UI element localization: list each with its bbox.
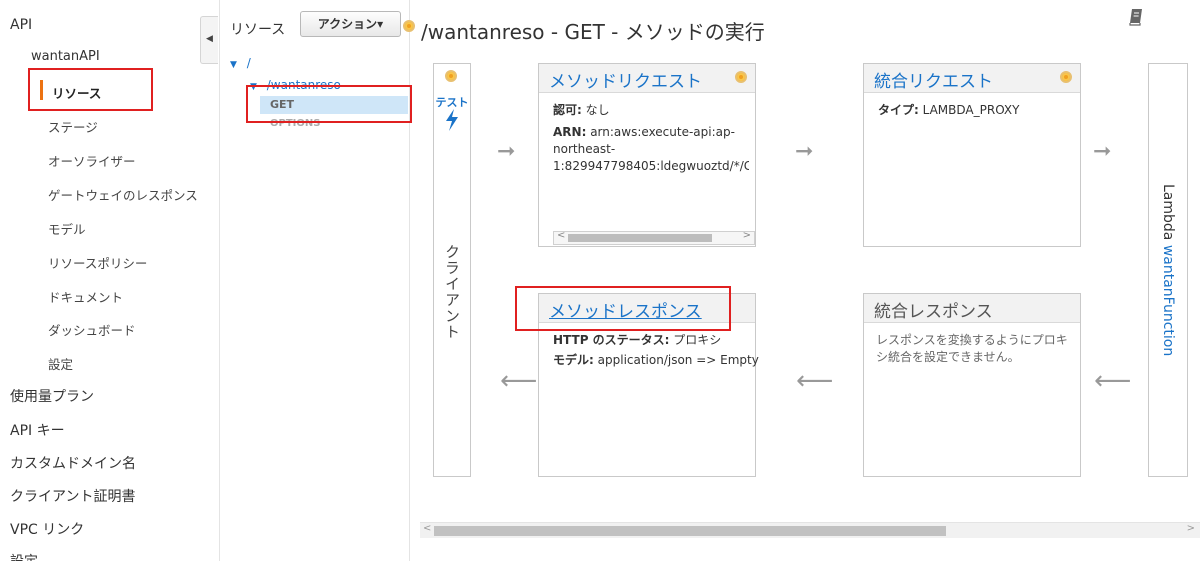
lambda-label: Lambda wantanFunction (1149, 184, 1187, 356)
arrow-right-icon: ➞ (497, 139, 516, 164)
type-value: LAMBDA_PROXY (922, 103, 1020, 117)
lightning-bolt-icon[interactable] (443, 108, 461, 132)
arrow-right-icon: ➞ (795, 139, 814, 164)
nav-vpc-links[interactable]: VPC リンク (10, 519, 84, 539)
arrow-left-icon: ⟵ (1094, 366, 1132, 396)
integration-response-title: 統合レスポンス (874, 302, 993, 322)
tree-root-label: / (246, 56, 251, 70)
integration-response-box: 統合レスポンス レスポンスを変換するようにプロキシ統合を設定できません。 (863, 293, 1081, 477)
page-title: /wantanreso - GET - メソッドの実行 (421, 20, 765, 44)
arrow-left-icon: ⟵ (796, 366, 834, 396)
auth-label: 認可: (553, 103, 582, 117)
scroll-right-icon[interactable]: > (743, 230, 751, 241)
highlight-box-method-response (515, 286, 731, 331)
method-request-title[interactable]: メソッドリクエスト (549, 67, 702, 92)
collapse-nav-button[interactable]: ◀ (200, 16, 218, 64)
arrow-left-icon: ⟵ (500, 366, 538, 396)
nav-item-resource-policy[interactable]: リソースポリシー (48, 253, 147, 272)
caret-left-icon: ◀ (206, 34, 213, 44)
nav-item-settings[interactable]: 設定 (48, 354, 73, 373)
method-request-scrollbar[interactable]: < > (553, 230, 755, 245)
integration-request-body: タイプ: LAMBDA_PROXY (878, 102, 1074, 119)
arrow-right-icon: ➞ (1093, 139, 1112, 164)
nav-item-models[interactable]: モデル (48, 219, 86, 238)
arn-line-3: 1:829947798405:ldegwuoztd/*/GET (553, 159, 749, 173)
nav-api[interactable]: API (10, 17, 32, 33)
actions-button[interactable]: アクション▾ (300, 11, 401, 37)
lambda-function-link[interactable]: wantanFunction (1160, 245, 1176, 356)
model-value: application/json => Empty (597, 353, 759, 367)
scroll-left-icon[interactable]: < (423, 523, 431, 534)
integration-response-header: 統合レスポンス (864, 294, 1080, 323)
arn-line-1: arn:aws:execute-api:ap- (590, 125, 735, 139)
method-request-body: 認可: なし ARN: arn:aws:execute-api:ap- nort… (553, 102, 749, 175)
client-label: クライアント (443, 244, 461, 340)
nav-item-dashboard[interactable]: ダッシュボード (48, 320, 136, 339)
nav-client-certificates[interactable]: クライアント証明書 (10, 486, 135, 506)
nav-item-stages[interactable]: ステージ (48, 117, 98, 136)
type-label: タイプ: (878, 103, 919, 117)
tree-root[interactable]: ▼ / (230, 56, 251, 70)
nav-item-gateway-responses[interactable]: ゲートウェイのレスポンス (48, 185, 198, 204)
client-column: テスト クライアント (433, 63, 471, 477)
book-icon[interactable] (1129, 8, 1143, 26)
highlight-box-get (246, 85, 412, 123)
caret-down-icon: ▼ (230, 60, 237, 70)
status-dot-icon (445, 70, 457, 82)
integration-request-title[interactable]: 統合リクエスト (874, 67, 993, 92)
method-request-header: メソッドリクエスト (539, 64, 755, 93)
horizontal-scrollbar[interactable]: < > (420, 522, 1200, 538)
nav-item-documentation[interactable]: ドキュメント (48, 287, 123, 306)
scrollbar-thumb[interactable] (434, 526, 946, 536)
scroll-left-icon[interactable]: < (557, 230, 565, 241)
method-request-box: メソッドリクエスト 認可: なし ARN: arn:aws:execute-ap… (538, 63, 756, 247)
method-status-icon (403, 20, 415, 32)
integration-request-box: 統合リクエスト タイプ: LAMBDA_PROXY (863, 63, 1081, 247)
lambda-column: Lambda wantanFunction (1148, 63, 1188, 477)
status-dot-icon (735, 71, 747, 83)
nav-item-authorizers[interactable]: オーソライザー (48, 151, 136, 170)
lambda-prefix: Lambda (1160, 184, 1176, 241)
arn-line-2: northeast- (553, 142, 616, 156)
nav-api-keys[interactable]: API キー (10, 420, 65, 440)
integration-response-text: レスポンスを変換するようにプロキシ統合を設定できません。 (876, 333, 1068, 364)
auth-value: なし (585, 103, 610, 117)
http-status-value: プロキシ (673, 333, 722, 347)
nav-api-name[interactable]: wantanAPI (31, 49, 100, 64)
scroll-right-icon[interactable]: > (1187, 523, 1195, 534)
http-status-label: HTTP のステータス: (553, 333, 670, 347)
resources-header: リソース (230, 22, 286, 38)
integration-request-header: 統合リクエスト (864, 64, 1080, 93)
status-dot-icon (1060, 71, 1072, 83)
nav-settings[interactable]: 設定 (10, 551, 38, 561)
nav-custom-domains[interactable]: カスタムドメイン名 (10, 453, 136, 473)
nav-usage-plans[interactable]: 使用量プラン (10, 386, 94, 406)
method-response-body: HTTP のステータス: プロキシ モデル: application/json … (553, 332, 759, 369)
highlight-box-resources (28, 68, 153, 111)
arn-label: ARN: (553, 125, 587, 139)
model-label: モデル: (553, 353, 594, 367)
scrollbar-thumb[interactable] (568, 234, 712, 242)
